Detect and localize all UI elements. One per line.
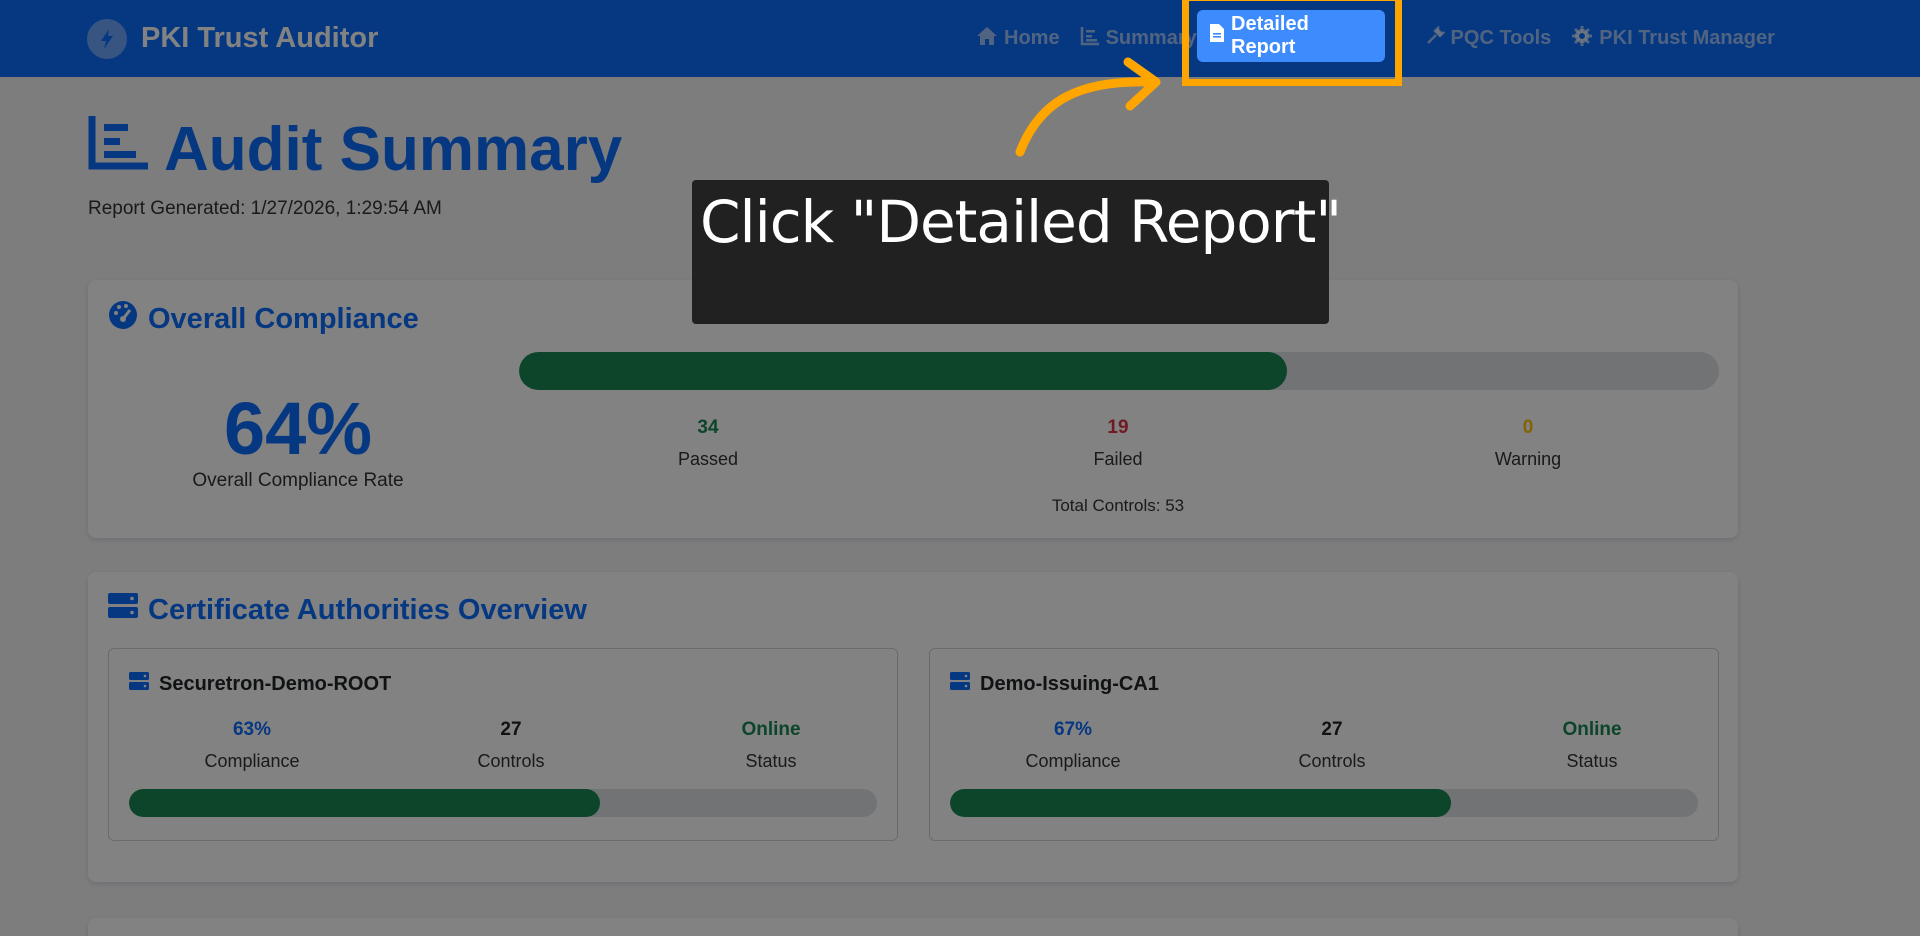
nav-item-label: PKI Trust Manager bbox=[1599, 27, 1775, 49]
ca-controls: 27 Controls bbox=[411, 719, 611, 772]
ca-status: Online Status bbox=[1492, 719, 1692, 772]
stat-value: 0 bbox=[1522, 417, 1534, 438]
total-controls: Total Controls: 53 bbox=[1051, 496, 1185, 515]
ca-stat-value: 67% bbox=[1053, 719, 1093, 740]
nav-item-pqc-tools[interactable]: PQC Tools bbox=[1415, 14, 1562, 64]
gear-icon bbox=[1571, 25, 1593, 53]
ca-stat-label: Compliance bbox=[204, 751, 300, 771]
ca-stat-label: Status bbox=[745, 751, 797, 771]
stat-label: Warning bbox=[1494, 449, 1562, 469]
server-icon bbox=[950, 671, 970, 697]
brand[interactable]: PKI Trust Auditor bbox=[87, 0, 378, 77]
stat-value: 34 bbox=[697, 417, 719, 438]
ca-name: Demo-Issuing-CA1 bbox=[950, 671, 1159, 697]
shield-bolt-icon bbox=[87, 18, 127, 59]
next-card bbox=[88, 918, 1738, 936]
ca-stat-value: 27 bbox=[500, 719, 522, 740]
highlight-box bbox=[1182, 0, 1402, 86]
ca-status: Online Status bbox=[671, 719, 871, 772]
ca-stat-label: Compliance bbox=[1025, 751, 1121, 771]
nav-item-label: Home bbox=[1004, 27, 1060, 49]
stat-passed: 34 Passed bbox=[608, 417, 808, 470]
page-title: Audit Summary bbox=[88, 114, 622, 185]
page-title-text: Audit Summary bbox=[164, 115, 623, 184]
chart-icon bbox=[1080, 26, 1100, 52]
stat-value: 19 bbox=[1107, 417, 1129, 438]
ca-compliance: 63% Compliance bbox=[152, 719, 352, 772]
tools-icon bbox=[1425, 24, 1446, 52]
ca-stat-value: Online bbox=[741, 719, 801, 740]
tutorial-tooltip: Click "Detailed Report" bbox=[692, 180, 1342, 324]
nav-item-label: PQC Tools bbox=[1450, 27, 1552, 49]
stat-failed: 19 Failed bbox=[1018, 417, 1218, 470]
ca-progress-bar bbox=[129, 789, 877, 817]
ca-name-text: Demo-Issuing-CA1 bbox=[980, 672, 1159, 695]
ca-stat-value: Online bbox=[1562, 719, 1622, 740]
ca-card: Demo-Issuing-CA1 67% Compliance 27 Contr… bbox=[929, 648, 1719, 841]
chart-icon bbox=[88, 114, 150, 185]
ca-card: Securetron-Demo-ROOT 63% Compliance 27 C… bbox=[108, 648, 898, 841]
overall-compliance-rate-label: Overall Compliance Rate bbox=[192, 470, 404, 491]
card-title: Certificate Authorities Overview bbox=[148, 593, 587, 626]
card-header: Certificate Authorities Overview bbox=[108, 592, 587, 628]
compliance-progress-fill bbox=[519, 352, 1287, 390]
ca-progress-fill bbox=[950, 789, 1452, 817]
ca-overview-card: Certificate Authorities Overview Securet… bbox=[88, 572, 1738, 882]
app-title: PKI Trust Auditor bbox=[141, 22, 379, 54]
server-icon bbox=[129, 671, 149, 697]
navbar: PKI Trust Auditor Home Summary Detailed … bbox=[0, 0, 1920, 77]
stat-label: Passed bbox=[677, 449, 739, 469]
ca-stat-label: Controls bbox=[1298, 751, 1366, 771]
gauge-icon bbox=[108, 300, 138, 338]
compliance-progress-bar bbox=[519, 352, 1719, 390]
ca-stat-label: Controls bbox=[477, 751, 545, 771]
ca-progress-bar bbox=[950, 789, 1698, 817]
overall-compliance-rate: 64% bbox=[223, 387, 373, 470]
ca-compliance: 67% Compliance bbox=[973, 719, 1173, 772]
ca-controls: 27 Controls bbox=[1232, 719, 1432, 772]
ca-stat-value: 63% bbox=[232, 719, 272, 740]
ca-name: Securetron-Demo-ROOT bbox=[129, 671, 391, 697]
ca-stat-label: Status bbox=[1566, 751, 1618, 771]
card-title: Overall Compliance bbox=[148, 302, 419, 335]
ca-progress-fill bbox=[129, 789, 601, 817]
report-generated: Report Generated: 1/27/2026, 1:29:54 AM bbox=[88, 198, 442, 219]
stat-warning: 0 Warning bbox=[1428, 417, 1628, 470]
server-icon bbox=[108, 592, 138, 628]
ca-stat-value: 27 bbox=[1321, 719, 1343, 740]
tutorial-instruction: Click "Detailed Report" bbox=[700, 188, 1342, 256]
pointer-arrow-icon bbox=[1015, 57, 1161, 157]
nav-item-pki-trust-manager[interactable]: PKI Trust Manager bbox=[1561, 14, 1785, 64]
home-icon bbox=[976, 26, 998, 52]
card-header: Overall Compliance bbox=[108, 300, 419, 338]
ca-name-text: Securetron-Demo-ROOT bbox=[159, 672, 392, 695]
stat-label: Failed bbox=[1093, 449, 1143, 469]
